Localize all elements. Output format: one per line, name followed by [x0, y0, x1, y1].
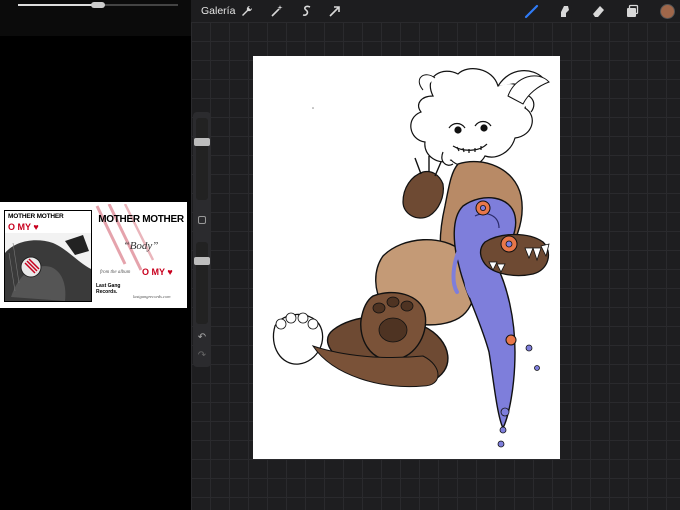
album-cover: MOTHER MOTHER O MY ♥ [4, 210, 92, 302]
cover-artwork [5, 233, 91, 301]
top-toolbar [191, 0, 680, 22]
album-card-from-text: from the album [100, 270, 131, 275]
cover-band-name: MOTHER MOTHER [8, 213, 64, 220]
gallery-button[interactable]: Galería [201, 5, 235, 17]
album-card-url: lastgangrecords.com [133, 294, 171, 299]
left-arm [402, 170, 444, 219]
brush-size-slider[interactable] [196, 118, 208, 200]
video-progress-fill [18, 4, 98, 6]
drawing-canvas[interactable] [253, 56, 560, 459]
wrench-icon[interactable] [240, 4, 254, 18]
selection-s-icon[interactable] [300, 4, 314, 18]
modify-button[interactable] [198, 216, 206, 224]
album-card-track-title: “Body” [123, 240, 159, 252]
smudge-icon[interactable] [557, 3, 573, 19]
sidebar-tools-panel: ↶ ↷ [193, 112, 211, 367]
brush-size-slider-knob[interactable] [194, 138, 210, 146]
redo-icon[interactable]: ↷ [196, 350, 208, 362]
color-picker-swatch[interactable] [660, 4, 675, 19]
opacity-slider-knob[interactable] [194, 257, 210, 265]
transform-arrow-icon[interactable] [328, 4, 342, 18]
video-playback-bar [0, 0, 191, 36]
brush-icon[interactable] [524, 3, 540, 19]
record-label-logo: Last Gang Records. [96, 283, 121, 295]
video-scrubber-knob[interactable] [91, 2, 105, 8]
layers-icon[interactable] [624, 3, 640, 19]
video-scrubber[interactable] [18, 2, 178, 8]
opacity-slider[interactable] [196, 242, 208, 324]
album-card-band-name: MOTHER MOTHER [98, 214, 184, 225]
eraser-icon[interactable] [590, 3, 606, 19]
cover-album-title: O MY ♥ [8, 222, 39, 232]
undo-icon[interactable]: ↶ [196, 332, 208, 344]
album-card-album-title: O MY ♥ [142, 267, 173, 277]
magic-wand-icon[interactable] [270, 4, 284, 18]
character-artwork [272, 68, 550, 448]
